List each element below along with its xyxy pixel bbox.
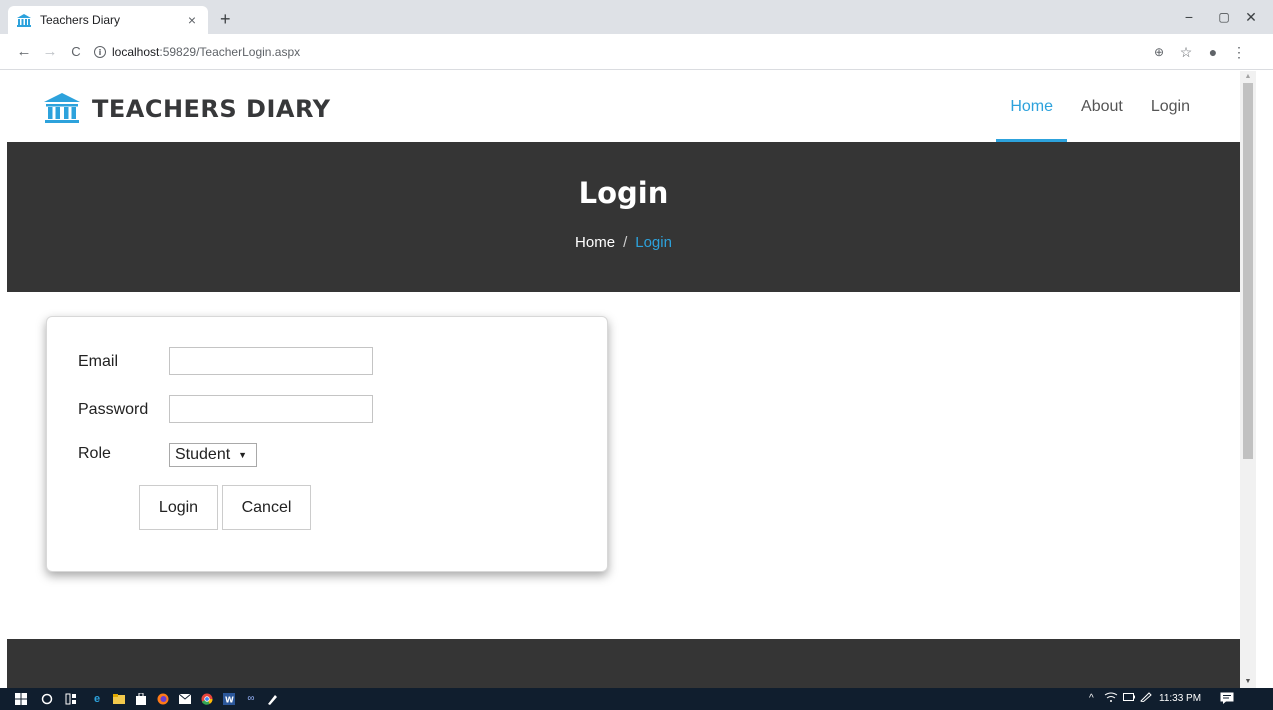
page-title: Login — [578, 176, 669, 210]
login-button[interactable]: Login — [139, 485, 218, 530]
password-label: Password — [78, 401, 149, 418]
role-select-value: Student — [175, 446, 231, 463]
password-field[interactable] — [169, 395, 373, 423]
nav-about[interactable]: About — [1067, 71, 1137, 142]
url-path: :59829/TeacherLogin.aspx — [159, 45, 301, 59]
brand-logo[interactable]: TEACHERS DIARY — [44, 93, 331, 125]
scroll-up-arrow[interactable]: ▲ — [1240, 71, 1256, 83]
email-label: Email — [78, 353, 119, 370]
page-hero: Login Home / Login — [7, 142, 1240, 292]
reload-button[interactable]: C — [66, 44, 86, 60]
zoom-icon[interactable]: ⊕ — [1150, 44, 1168, 60]
store-icon[interactable] — [134, 692, 148, 706]
email-field[interactable] — [169, 347, 373, 375]
breadcrumb-current: Login — [635, 234, 672, 251]
pen-icon[interactable] — [1140, 692, 1152, 707]
clock[interactable]: 11:33 PM — [1159, 692, 1201, 706]
breadcrumb-home-link[interactable]: Home — [575, 234, 615, 251]
account-icon[interactable]: ● — [1204, 44, 1222, 60]
maximize-button[interactable]: ▢ — [1209, 8, 1239, 26]
site-footer — [7, 639, 1240, 688]
mail-icon[interactable] — [178, 692, 192, 706]
cancel-button[interactable]: Cancel — [222, 485, 311, 530]
breadcrumb: Home / Login — [7, 234, 1240, 251]
browser-tab[interactable]: Teachers Diary × — [8, 6, 208, 34]
link-icon[interactable]: ∞ — [244, 692, 258, 706]
chevron-up-icon[interactable]: ^ — [1089, 692, 1094, 706]
firefox-icon[interactable] — [156, 692, 170, 706]
bookmark-star-icon[interactable]: ☆ — [1177, 44, 1195, 60]
menu-icon[interactable]: ⋮ — [1230, 44, 1248, 60]
address-bar[interactable]: i localhost:59829/TeacherLogin.aspx — [94, 39, 1244, 65]
role-select[interactable]: Student ▼ — [169, 443, 257, 467]
battery-icon[interactable] — [1123, 692, 1135, 706]
window-edge — [1256, 71, 1273, 688]
page-scrollbar[interactable]: ▲ ▼ — [1240, 71, 1256, 688]
chrome-icon[interactable] — [200, 692, 214, 706]
brand-name: TEACHERS DIARY — [92, 95, 331, 123]
role-label: Role — [78, 445, 111, 462]
word-icon[interactable]: W — [222, 692, 236, 706]
network-icon[interactable] — [1104, 692, 1118, 707]
bank-icon — [44, 93, 80, 123]
scroll-down-arrow[interactable]: ▼ — [1240, 676, 1256, 688]
chevron-down-icon: ▼ — [238, 450, 248, 460]
nav-home[interactable]: Home — [996, 71, 1067, 142]
scroll-thumb[interactable] — [1243, 83, 1253, 459]
url-host: localhost — [112, 45, 160, 59]
search-icon[interactable] — [40, 692, 54, 706]
svg-text:W: W — [225, 696, 234, 705]
main-nav: Home About Login — [996, 71, 1204, 142]
close-icon[interactable]: × — [184, 12, 200, 28]
site-header: TEACHERS DIARY Home About Login — [7, 71, 1240, 142]
login-card: Email Password Role Student ▼ Login Canc… — [46, 316, 608, 572]
window-close-button[interactable]: ✕ — [1236, 8, 1266, 26]
edge-icon[interactable]: e — [90, 692, 104, 706]
new-tab-button[interactable]: + — [220, 10, 231, 28]
windows-taskbar: e W ∞ ^ 11:33 PM — [0, 688, 1273, 710]
browser-toolbar: ← → C i localhost:59829/TeacherLogin.asp… — [0, 34, 1273, 70]
minimize-button[interactable]: − — [1174, 8, 1204, 26]
tab-title: Teachers Diary — [40, 13, 121, 27]
breadcrumb-separator: / — [623, 234, 628, 251]
windows-icon[interactable] — [14, 692, 28, 706]
task-view-icon[interactable] — [64, 692, 78, 706]
notification-icon[interactable] — [1220, 692, 1234, 709]
forward-button[interactable]: → — [40, 44, 60, 60]
info-icon[interactable]: i — [94, 46, 106, 58]
bank-icon — [16, 12, 32, 28]
browser-tab-strip: Teachers Diary × + − ▢ ✕ — [0, 0, 1273, 34]
paint-icon[interactable] — [266, 692, 280, 706]
nav-login[interactable]: Login — [1137, 71, 1204, 142]
file-explorer-icon[interactable] — [112, 692, 126, 706]
back-button[interactable]: ← — [14, 44, 34, 60]
